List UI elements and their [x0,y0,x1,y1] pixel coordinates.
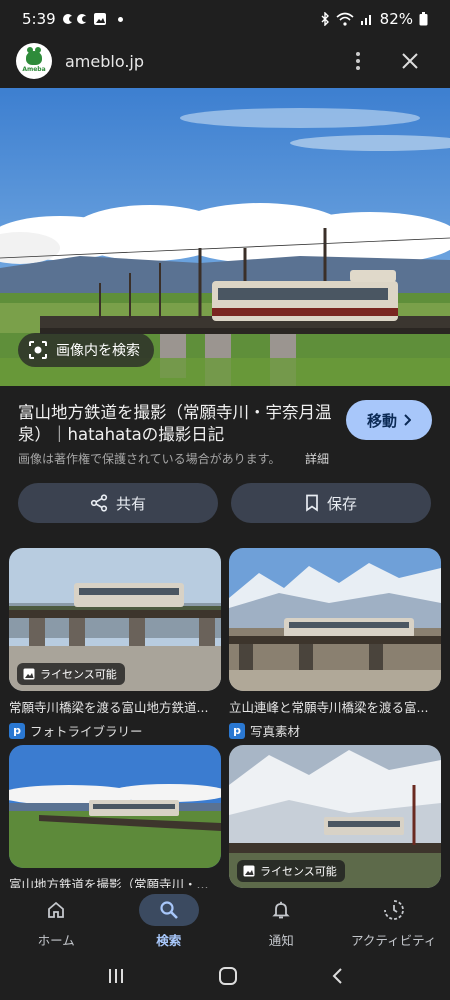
source-name: フォトライブラリー [30,724,143,739]
activity-icon [364,894,424,926]
related-image-source[interactable]: p 写真素材 [229,721,441,740]
recents-icon [108,969,123,983]
visit-label: 移動 [366,411,397,430]
status-time: 5:39 [22,10,56,28]
home-icon [26,894,86,926]
save-label: 保存 [326,494,357,513]
nav-notifications[interactable]: 通知 [225,888,338,956]
close-button[interactable] [397,48,423,74]
license-badge: ライセンス可能 [237,860,345,882]
pixta-logo-icon: p [229,722,245,739]
search-icon [138,894,199,926]
nav-home-label: ホーム [37,933,75,948]
system-navigation-bar [0,956,450,1000]
wifi-icon [336,12,354,26]
related-image-source[interactable]: p フォトライブラリー [9,721,221,740]
bookmark-icon [306,494,318,512]
bell-icon [251,894,311,926]
ameba-frog-icon [26,47,42,65]
back-icon [332,968,343,984]
nav-home[interactable]: ホーム [0,888,113,956]
lens-icon [29,341,47,359]
battery-icon [419,12,428,26]
chevron-right-icon [404,414,411,426]
nav-activity-label: アクティビティ [351,933,437,948]
pixta-logo-icon: p [9,722,25,739]
related-image-thumbnail[interactable] [9,745,221,868]
license-label: ライセンス可能 [40,668,117,681]
back-button[interactable] [331,967,343,989]
site-domain[interactable]: ameblo.jp [65,52,144,71]
save-button[interactable]: 保存 [231,483,431,523]
bottom-navigation: ホーム 検索 通知 アクティビティ [0,888,450,956]
nav-activity[interactable]: アクティビティ [338,888,450,956]
image-icon [243,865,255,877]
nav-search[interactable]: 検索 [113,888,226,956]
bluetooth-icon [320,12,330,26]
related-image-card[interactable]: ライセンス可能 常願寺川橋梁を渡る富山地方鉄道... p フォトライブラリー [9,548,221,740]
battery-percent: 82% [379,10,413,28]
copyright-notice: 画像は著作権で保護されている場合があります。 [18,452,281,466]
related-image-card[interactable]: 富山地方鉄道を撮影（常願寺川・... [9,745,221,893]
image-icon [23,668,35,680]
related-image-title[interactable]: 常願寺川橋梁を渡る富山地方鉄道... [9,697,221,716]
related-image-title[interactable]: 立山連峰と常願寺川橋梁を渡る富... [229,697,441,716]
related-image-thumbnail[interactable]: ライセンス可能 [9,548,221,691]
result-title[interactable]: 富山地方鉄道を撮影（常願寺川・宇奈月温泉）｜hatahataの撮影日記 [18,402,336,446]
share-icon [90,494,108,512]
license-label: ライセンス可能 [260,865,337,878]
nav-notifications-label: 通知 [268,933,294,948]
home-circle-icon [218,967,237,985]
nav-search-label: 検索 [156,933,182,948]
related-image-card[interactable]: 立山連峰と常願寺川橋梁を渡る富... p 写真素材 [229,548,441,740]
status-bar: 5:39 82% [0,0,450,38]
recent-apps-button[interactable] [107,967,125,989]
license-badge: ライセンス可能 [17,663,125,685]
share-button[interactable]: 共有 [18,483,218,523]
notification-icons [62,12,108,26]
visit-button[interactable]: 移動 [346,400,432,440]
signal-icon [360,12,374,26]
lens-label: 画像内を検索 [56,343,140,359]
site-favicon[interactable]: Ameba [16,43,52,79]
more-notifications-dot [117,16,123,22]
kebab-menu-icon [356,52,360,70]
favicon-label: Ameba [22,66,46,73]
share-label: 共有 [115,494,146,513]
related-image-thumbnail[interactable] [229,548,441,691]
related-image-thumbnail[interactable]: ライセンス可能 [229,745,441,888]
home-button[interactable] [218,966,238,990]
details-link[interactable]: 詳細 [305,450,329,467]
search-in-image-chip[interactable]: 画像内を検索 [18,333,154,367]
related-image-card[interactable]: ライセンス可能 [229,745,441,888]
source-name: 写真素材 [250,724,301,739]
close-icon [402,53,418,69]
more-options-button[interactable] [345,48,371,74]
page-header: Ameba ameblo.jp [0,38,450,84]
